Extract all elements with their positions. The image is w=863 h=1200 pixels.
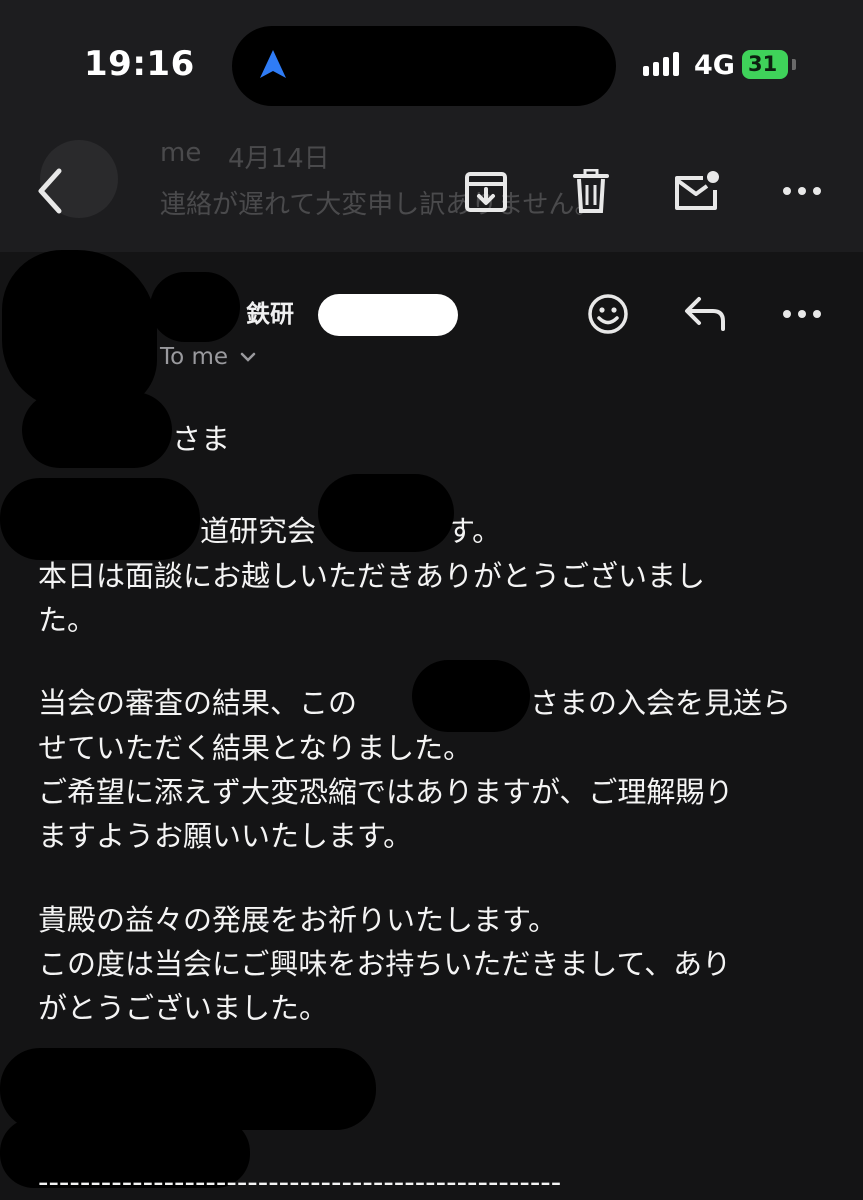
body-greeting: さま bbox=[172, 422, 231, 456]
reply-icon[interactable] bbox=[682, 294, 728, 334]
body-line-6: ますようお願いいたします。 bbox=[38, 819, 413, 853]
recipient-toggle[interactable]: To me bbox=[160, 344, 256, 370]
redacted-date bbox=[318, 294, 458, 336]
battery-tip bbox=[792, 59, 796, 70]
more-actions-icon[interactable] bbox=[780, 302, 824, 326]
body-line-7: 貴殿の益々の発展をお祈りいたします。 bbox=[38, 903, 558, 937]
dynamic-island bbox=[232, 26, 616, 106]
emoji-reaction-icon[interactable] bbox=[586, 292, 630, 336]
redacted-sender-name bbox=[150, 272, 240, 342]
battery-indicator: 31 bbox=[742, 50, 788, 79]
ghost-preview: 連絡が遅れて大変申し訳ありません。 bbox=[160, 190, 601, 220]
redacted-sender-signature bbox=[318, 474, 454, 552]
body-line-8: この度は当会にご興味をお持ちいただきまして、あり bbox=[38, 947, 732, 981]
redacted-club-name bbox=[0, 478, 200, 560]
ghost-from: me bbox=[160, 138, 202, 168]
location-arrow-icon bbox=[258, 48, 288, 84]
ghost-date: 4月14日 bbox=[228, 144, 330, 174]
redacted-recipient-name bbox=[22, 392, 172, 468]
status-time: 19:16 bbox=[84, 44, 195, 84]
cellular-signal-icon bbox=[643, 52, 685, 82]
body-line-5: ご希望に添えず大変恐縮ではありますが、ご理解賜り bbox=[38, 775, 734, 809]
back-arrow-icon[interactable] bbox=[30, 166, 70, 216]
signature-divider: ----------------------------------------… bbox=[38, 1165, 562, 1199]
body-intro: 道研究会 bbox=[200, 514, 317, 548]
redacted-name-inline bbox=[412, 660, 530, 732]
body-intro-end: す。 bbox=[446, 514, 502, 548]
body-line-9: がとうございました。 bbox=[38, 991, 329, 1025]
trash-icon[interactable] bbox=[570, 168, 612, 214]
body-line-1: 本日は面談にお越しいただきありがとうございまし bbox=[38, 559, 706, 593]
redacted-avatar bbox=[2, 250, 157, 410]
more-options-icon[interactable] bbox=[780, 178, 824, 204]
network-type: 4G bbox=[694, 50, 735, 81]
chevron-down-icon bbox=[240, 352, 256, 362]
body-line-3b: さまの入会を見送ら bbox=[530, 686, 792, 720]
body-line-3a: 当会の審査の結果、この bbox=[38, 686, 358, 720]
body-line-2: た。 bbox=[38, 603, 97, 637]
recipient-label: To me bbox=[160, 344, 229, 370]
sender-name: 鉄研 bbox=[246, 300, 294, 328]
mark-unread-icon[interactable] bbox=[672, 168, 722, 214]
archive-icon[interactable] bbox=[464, 170, 508, 214]
body-line-4: せていただく結果となりました。 bbox=[38, 731, 473, 765]
